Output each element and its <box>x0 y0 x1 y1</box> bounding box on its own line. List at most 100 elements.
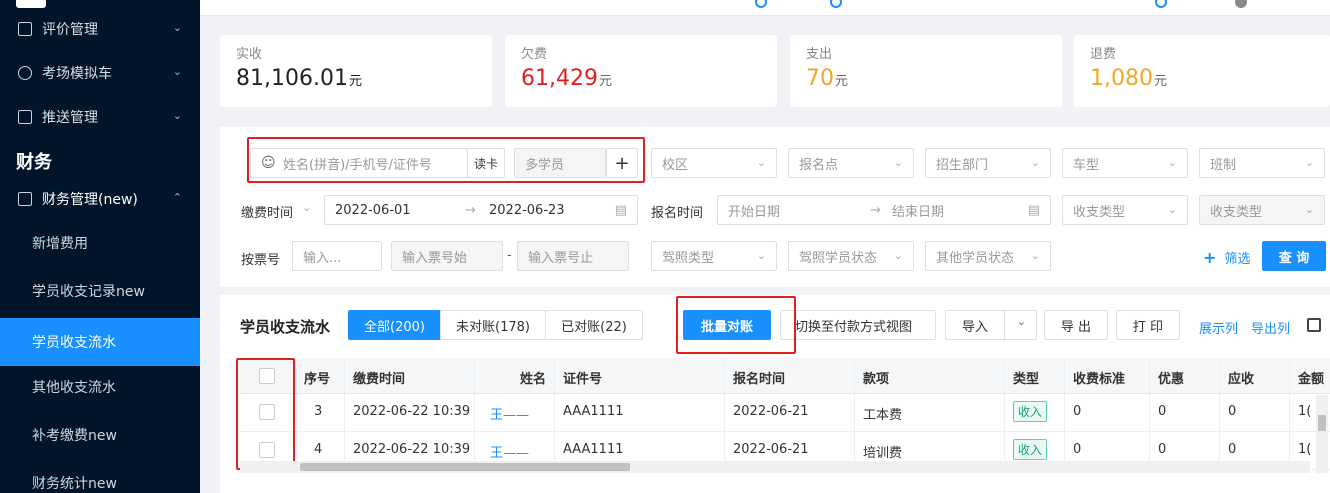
column-header: 证件号 <box>563 372 603 387</box>
sidebar-sub-makeup-fee[interactable]: 补考缴费new <box>0 411 200 459</box>
sidebar-item-exam-car[interactable]: 考场模拟车 ⌄ <box>0 51 200 95</box>
sidebar-sub-student-flow[interactable]: 学员收支流水 <box>0 318 200 366</box>
cell-name-link[interactable]: 王—— <box>490 442 529 461</box>
column-divider <box>344 358 345 393</box>
sidebar-item-label: 推送管理 <box>42 110 98 126</box>
import-dropdown[interactable]: 导入 ⌄ <box>945 310 1037 340</box>
arrow-right-icon: → <box>465 202 476 218</box>
column-divider <box>724 358 725 393</box>
column-header: 优惠 <box>1158 372 1185 387</box>
stat-label: 支出 <box>806 47 833 62</box>
vertical-scrollbar[interactable] <box>1316 395 1328 473</box>
tab-unreconciled[interactable]: 未对账(178) <box>440 310 546 340</box>
filter-link[interactable]: + 筛选 <box>1203 248 1251 267</box>
show-columns-link[interactable]: 展示列 <box>1199 318 1238 337</box>
export-columns-link[interactable]: 导出列 <box>1251 318 1290 337</box>
tab-reconciled[interactable]: 已对账(22) <box>545 310 643 340</box>
sidebar-sub-new-fee[interactable]: 新增费用 <box>0 219 200 267</box>
user-icon: ☺ <box>261 155 276 171</box>
column-header: 款项 <box>863 372 890 387</box>
printer-icon[interactable] <box>1307 318 1321 332</box>
cell-signup: 2022-06-21 <box>733 404 809 419</box>
tab-all[interactable]: 全部(200) <box>348 310 441 340</box>
message-icon[interactable] <box>1155 0 1167 8</box>
cell-due: 0 <box>1228 404 1237 419</box>
other-status-select[interactable]: 其他学员状态 ⌄ <box>925 241 1051 271</box>
sidebar-item-evaluation[interactable]: 评价管理 ⌄ <box>0 7 200 51</box>
cell-item: 工本费 <box>863 408 903 423</box>
sidebar-sub-label: 新增费用 <box>32 236 88 252</box>
switch-view-button[interactable]: 切换至付款方式视图 <box>780 310 936 340</box>
cell-amount: 1( <box>1298 404 1312 419</box>
stat-card-expense: 支出 70元 <box>790 35 1062 107</box>
select-all-checkbox[interactable] <box>259 368 275 384</box>
add-student-button[interactable]: + <box>606 148 638 178</box>
row-checkbox[interactable] <box>259 442 275 458</box>
column-header: 类型 <box>1013 372 1040 387</box>
table-header: 序号 缴费时间 姓名 证件号 报名时间 款项 类型 收费标准 优惠 应收 金额 <box>240 358 1330 394</box>
income-type-select[interactable]: 收支类型 ⌄ <box>1062 195 1188 225</box>
chevron-down-icon: ⌄ <box>1167 203 1177 216</box>
help-icon[interactable] <box>830 0 842 8</box>
ticket-end-input[interactable]: 输入票号止 <box>517 241 629 271</box>
license-type-select[interactable]: 驾照类型 ⌄ <box>651 241 777 271</box>
column-divider <box>554 394 555 431</box>
avatar[interactable] <box>1235 0 1247 8</box>
cell-name-link[interactable]: 王—— <box>490 404 529 423</box>
stat-label: 实收 <box>236 47 263 62</box>
column-divider <box>1064 358 1065 393</box>
print-button[interactable]: 打 印 <box>1116 310 1180 340</box>
sidebar-sub-label: 学员收支流水 <box>32 335 116 351</box>
export-button[interactable]: 导 出 <box>1044 310 1108 340</box>
chevron-down-icon: ⌄ <box>893 249 903 262</box>
column-header: 金额 <box>1298 372 1325 387</box>
search-placeholder: 姓名(拼音)/手机号/证件号 <box>283 157 432 173</box>
sidebar-sub-statistics[interactable]: 财务统计new <box>0 459 200 493</box>
cell-id: AAA1111 <box>563 404 624 419</box>
chevron-down-icon: ⌄ <box>1030 156 1040 169</box>
sidebar-item-push[interactable]: 推送管理 ⌄ <box>0 95 200 139</box>
ticket-start-input[interactable]: 输入票号始 <box>391 241 503 271</box>
query-button[interactable]: 查 询 <box>1262 241 1326 271</box>
stat-value: 81,106.01 <box>236 66 348 91</box>
table-title: 学员收支流水 <box>240 318 331 336</box>
arrow-right-icon: → <box>870 202 881 218</box>
license-status-select[interactable]: 驾照学员状态 ⌄ <box>788 241 914 271</box>
select-label: 班制 <box>1210 157 1237 173</box>
recruit-dept-select[interactable]: 招生部门 ⌄ <box>925 148 1051 178</box>
class-type-select[interactable]: 班制 ⌄ <box>1199 148 1325 178</box>
notice-icon[interactable] <box>755 0 767 8</box>
car-type-select[interactable]: 车型 ⌄ <box>1062 148 1188 178</box>
table-row[interactable]: 3 2022-06-22 10:39 王—— AAA1111 2022-06-2… <box>240 394 1330 432</box>
signup-point-select[interactable]: 报名点 ⌄ <box>788 148 914 178</box>
cell-std: 0 <box>1073 442 1082 457</box>
cell-no: 3 <box>314 404 323 419</box>
horizontal-scrollbar[interactable] <box>240 461 1310 473</box>
search-input[interactable]: ☺ 姓名(拼音)/手机号/证件号 <box>250 148 468 178</box>
sidebar-sub-income-record[interactable]: 学员收支记录new <box>0 267 200 315</box>
ticket-input[interactable]: 输入... <box>292 241 382 271</box>
multi-student-field[interactable]: 多学员 <box>514 148 606 178</box>
campus-select[interactable]: 校区 ⌄ <box>651 148 777 178</box>
row-checkbox[interactable] <box>259 404 275 420</box>
pay-date-range[interactable]: 2022-06-01 → 2022-06-23 ▤ <box>324 195 638 225</box>
scrollbar-thumb[interactable] <box>1318 415 1326 431</box>
divider <box>1004 311 1005 339</box>
sidebar-group-finance[interactable]: 财务管理(new) ⌃ <box>0 177 200 221</box>
push-icon <box>18 110 32 124</box>
column-divider <box>1004 358 1005 393</box>
stat-value: 1,080 <box>1090 66 1153 91</box>
select-label: 校区 <box>662 157 689 173</box>
pay-end-date: 2022-06-23 <box>489 202 565 218</box>
chevron-down-icon: ⌄ <box>1016 315 1026 328</box>
column-divider <box>1149 394 1150 431</box>
read-card-button[interactable]: 读卡 <box>467 148 505 178</box>
column-divider <box>854 358 855 393</box>
signup-date-range[interactable]: 开始日期 → 结束日期 ▤ <box>717 195 1051 225</box>
income-type-select-disabled[interactable]: 收支类型 ⌄ <box>1199 195 1325 225</box>
sidebar-sub-label: 财务统计new <box>32 476 117 492</box>
signup-time-label: 报名时间 <box>651 206 704 221</box>
sidebar-sub-other-flow[interactable]: 其他收支流水 <box>0 363 200 411</box>
scrollbar-thumb[interactable] <box>300 463 630 471</box>
batch-reconcile-button[interactable]: 批量对账 <box>683 310 771 340</box>
